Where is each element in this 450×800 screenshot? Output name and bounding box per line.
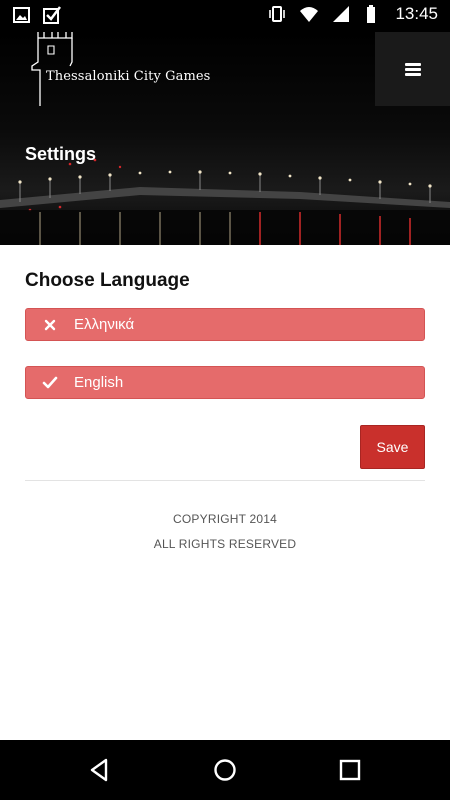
signal-icon <box>333 6 350 22</box>
image-icon <box>13 7 30 23</box>
page-title: Settings <box>25 144 97 164</box>
vibrate-icon <box>269 6 286 22</box>
copyright-text: COPYRIGHT 2014 <box>173 512 277 526</box>
navigation-bar <box>0 740 450 800</box>
divider <box>25 480 425 481</box>
menu-button[interactable] <box>375 32 450 106</box>
home-icon[interactable] <box>211 756 239 784</box>
section-title: Choose Language <box>25 270 190 291</box>
status-bar: 13:45 <box>0 0 450 32</box>
battery-icon <box>367 5 376 23</box>
language-option-english[interactable]: English <box>25 366 425 399</box>
recents-icon[interactable] <box>336 756 364 784</box>
language-option-greek[interactable]: Ελληνικά <box>25 308 425 341</box>
hero-header: Thessaloniki City Games Settings <box>0 32 450 245</box>
brand-name[interactable]: Thessaloniki City Games <box>46 69 210 84</box>
clock: 13:45 <box>395 4 438 23</box>
checkbox-icon <box>43 6 61 24</box>
back-icon[interactable] <box>86 756 114 784</box>
language-option-label: Ελληνικά <box>74 316 135 333</box>
language-option-label: English <box>74 374 124 391</box>
wifi-icon <box>300 7 319 22</box>
check-icon <box>26 376 74 389</box>
close-icon <box>26 319 74 331</box>
hamburger-menu-icon <box>404 61 421 78</box>
rights-text: ALL RIGHTS RESERVED <box>153 537 297 551</box>
save-button[interactable]: Save <box>360 425 425 469</box>
